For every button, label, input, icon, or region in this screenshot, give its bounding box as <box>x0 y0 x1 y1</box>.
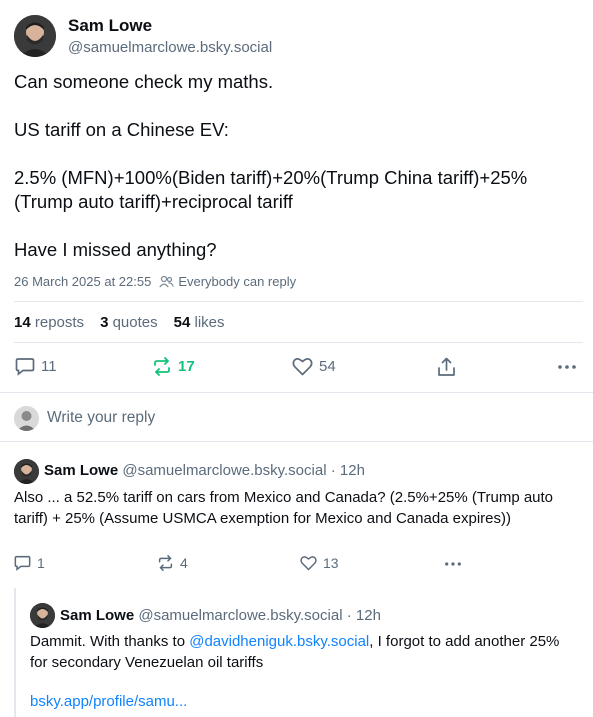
reply-icon <box>14 555 31 571</box>
post-text: Can someone check my maths. US tariff on… <box>14 71 528 260</box>
reply-icon <box>15 357 35 376</box>
repost-button[interactable]: 17 <box>152 357 195 376</box>
reply-time[interactable]: · 12h <box>331 462 365 479</box>
mention-link[interactable]: @davidheniguk.bsky.social <box>189 633 369 650</box>
quotes-stat[interactable]: 3 quotes <box>100 314 158 331</box>
more-icon <box>444 555 462 573</box>
more-button[interactable] <box>444 555 462 573</box>
reply-author-handle[interactable]: @samuelmarclowe.bsky.social <box>122 462 326 479</box>
reply-count: 1 <box>37 555 45 571</box>
likes-stat[interactable]: 54 likes <box>174 314 225 331</box>
reply-text: Also ... a 52.5% tariff on cars from Mex… <box>14 489 554 527</box>
repost-count: 4 <box>180 555 188 571</box>
reposts-stat[interactable]: 14 reposts <box>14 314 84 331</box>
reply-author-name[interactable]: Sam Lowe <box>44 462 118 479</box>
post-stats: 14 reposts 3 quotes 54 likes <box>14 314 225 331</box>
reply-setting[interactable]: Everybody can reply <box>178 274 296 289</box>
reply-count: 11 <box>41 358 57 375</box>
like-count: 54 <box>319 358 336 375</box>
like-button[interactable]: 13 <box>300 555 339 571</box>
like-count: 13 <box>323 555 339 571</box>
reply-button[interactable]: 1 <box>14 555 45 571</box>
share-icon <box>437 357 456 377</box>
thread-line <box>14 588 16 717</box>
share-button[interactable] <box>437 357 456 377</box>
author-avatar[interactable] <box>14 15 56 57</box>
reply-button[interactable]: 11 <box>15 357 57 376</box>
more-button[interactable] <box>557 357 577 377</box>
divider <box>14 342 583 343</box>
repost-button[interactable]: 4 <box>157 555 188 571</box>
more-icon <box>557 357 577 377</box>
reply-avatar[interactable] <box>30 603 55 628</box>
divider <box>0 392 593 393</box>
repost-icon <box>157 555 174 571</box>
repost-count: 17 <box>178 358 195 375</box>
reply-time[interactable]: · 12h <box>347 607 381 624</box>
author-handle[interactable]: @samuelmarclowe.bsky.social <box>68 39 272 56</box>
heart-icon <box>292 357 313 376</box>
reply-header: Sam Lowe @samuelmarclowe.bsky.social · 1… <box>60 607 381 624</box>
profile-link[interactable]: bsky.app/profile/samu... <box>30 692 187 713</box>
divider <box>0 441 593 442</box>
reply-header: Sam Lowe @samuelmarclowe.bsky.social · 1… <box>44 462 365 479</box>
reply-text: Dammit. With thanks to @davidheniguk.bsk… <box>30 633 560 671</box>
divider <box>14 301 583 302</box>
repost-icon <box>152 357 172 376</box>
current-user-avatar <box>14 406 39 431</box>
like-button[interactable]: 54 <box>292 357 336 376</box>
people-icon <box>159 275 175 288</box>
reply-author-handle[interactable]: @samuelmarclowe.bsky.social <box>138 607 342 624</box>
post-timestamp[interactable]: 26 March 2025 at 22:55 <box>14 274 151 289</box>
heart-icon <box>300 555 317 571</box>
reply-author-name[interactable]: Sam Lowe <box>60 607 134 624</box>
post-meta: 26 March 2025 at 22:55 Everybody can rep… <box>14 274 296 289</box>
author-name[interactable]: Sam Lowe <box>68 16 152 36</box>
reply-avatar[interactable] <box>14 459 39 484</box>
reply-composer[interactable]: Write your reply <box>47 409 155 427</box>
